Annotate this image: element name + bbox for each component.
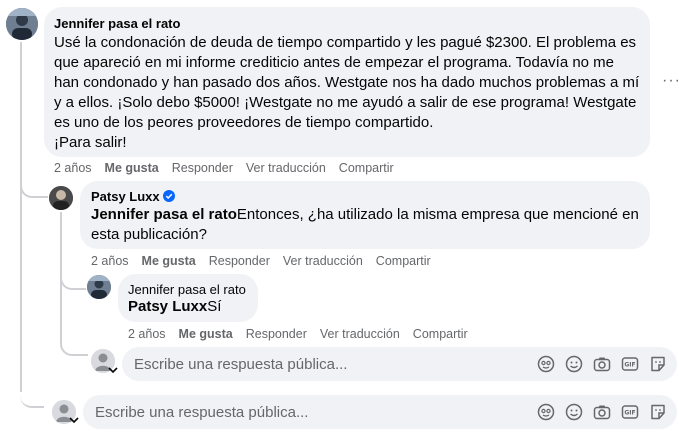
- comment-author[interactable]: Jennifer pasa el rato: [54, 16, 180, 31]
- comment-text: Usé la condonación de deuda de tiempo co…: [54, 33, 646, 153]
- mention-link[interactable]: Patsy Luxx: [128, 298, 207, 315]
- reply-actions: 2 años Me gusta Responder Ver traducción…: [128, 327, 481, 341]
- reply-input[interactable]: [134, 347, 514, 381]
- thread-connector-inner-box: [60, 330, 88, 356]
- reply-text-line: esta publicación?: [91, 226, 207, 243]
- reply-author[interactable]: Jennifer pasa el rato: [128, 282, 246, 297]
- reply-bubble: Patsy Luxx Jennifer pasa el ratoEntonces…: [80, 181, 650, 249]
- reply-author[interactable]: Patsy Luxx: [91, 189, 175, 204]
- translate-button[interactable]: Ver traducción: [283, 254, 363, 268]
- reply-button[interactable]: Responder: [172, 161, 233, 175]
- reply-input-box[interactable]: GIF: [122, 347, 677, 381]
- camera-icon[interactable]: [593, 355, 611, 373]
- reply-text: Patsy LuxxSí: [128, 297, 258, 317]
- reply-button[interactable]: Responder: [246, 327, 307, 341]
- emoji-icon[interactable]: [565, 355, 583, 373]
- composer-tools: GIF: [537, 403, 667, 421]
- sticker-icon[interactable]: [649, 403, 667, 421]
- comment-line: es uno de los peores proveedores de tiem…: [54, 114, 434, 131]
- reply-text: Jennifer pasa el ratoEntonces, ¿ha utili…: [91, 205, 646, 245]
- comment-line: han condonado y han pasado dos años. Wes…: [54, 74, 640, 91]
- reply-text-line: Entonces, ¿ha utilizado la misma empresa…: [236, 206, 639, 223]
- mention-link[interactable]: Jennifer pasa el rato: [91, 206, 237, 223]
- chevron-down-icon[interactable]: [69, 416, 79, 424]
- more-options-icon[interactable]: ···: [662, 72, 679, 90]
- thread-line-main: [20, 42, 22, 392]
- comment-line: que apareció en mi informe crediticio an…: [54, 54, 615, 71]
- svg-text:GIF: GIF: [624, 410, 635, 417]
- thread-connector-outer: [20, 380, 44, 408]
- thread-connector-reply2: [60, 268, 86, 290]
- camera-icon[interactable]: [593, 403, 611, 421]
- comment-actions: 2 años Me gusta Responder Ver traducción…: [54, 161, 407, 175]
- comment-line: ¡Para salir!: [54, 134, 127, 151]
- reply-bubble: Jennifer pasa el rato Patsy LuxxSí: [118, 274, 258, 322]
- gif-icon[interactable]: GIF: [621, 355, 639, 373]
- reply-button[interactable]: Responder: [209, 254, 270, 268]
- like-button[interactable]: Me gusta: [179, 327, 233, 341]
- emoji-icon[interactable]: [565, 403, 583, 421]
- timestamp[interactable]: 2 años: [128, 327, 166, 341]
- like-button[interactable]: Me gusta: [105, 161, 159, 175]
- translate-button[interactable]: Ver traducción: [246, 161, 326, 175]
- share-button[interactable]: Compartir: [339, 161, 394, 175]
- avatar[interactable]: [49, 186, 73, 210]
- chevron-down-icon[interactable]: [108, 366, 118, 374]
- thread-connector-reply1: [20, 168, 48, 198]
- sticker-icon[interactable]: [649, 355, 667, 373]
- comment-bubble: Jennifer pasa el rato Usé la condonación…: [44, 7, 650, 157]
- reply-input[interactable]: [95, 395, 475, 429]
- avatar-sticker-icon[interactable]: [537, 403, 555, 421]
- avatar[interactable]: [6, 8, 38, 40]
- avatar[interactable]: [87, 275, 111, 299]
- reply-actions: 2 años Me gusta Responder Ver traducción…: [91, 254, 444, 268]
- composer-tools: GIF: [537, 355, 667, 373]
- share-button[interactable]: Compartir: [413, 327, 468, 341]
- avatar-sticker-icon[interactable]: [537, 355, 555, 373]
- verified-badge-icon: [162, 190, 175, 202]
- like-button[interactable]: Me gusta: [142, 254, 196, 268]
- timestamp[interactable]: 2 años: [91, 254, 129, 268]
- timestamp[interactable]: 2 años: [54, 161, 92, 175]
- translate-button[interactable]: Ver traducción: [320, 327, 400, 341]
- comment-line: y a ellos. ¡Solo debo $5000! ¡Westgate n…: [54, 94, 637, 111]
- comment-line: Usé la condonación de deuda de tiempo co…: [54, 34, 637, 51]
- reply-text-content: Sí: [207, 298, 222, 315]
- gif-icon[interactable]: GIF: [621, 403, 639, 421]
- reply-author-name[interactable]: Patsy Luxx: [91, 189, 160, 204]
- svg-text:GIF: GIF: [624, 362, 635, 369]
- reply-input-box[interactable]: GIF: [83, 395, 677, 429]
- share-button[interactable]: Compartir: [376, 254, 431, 268]
